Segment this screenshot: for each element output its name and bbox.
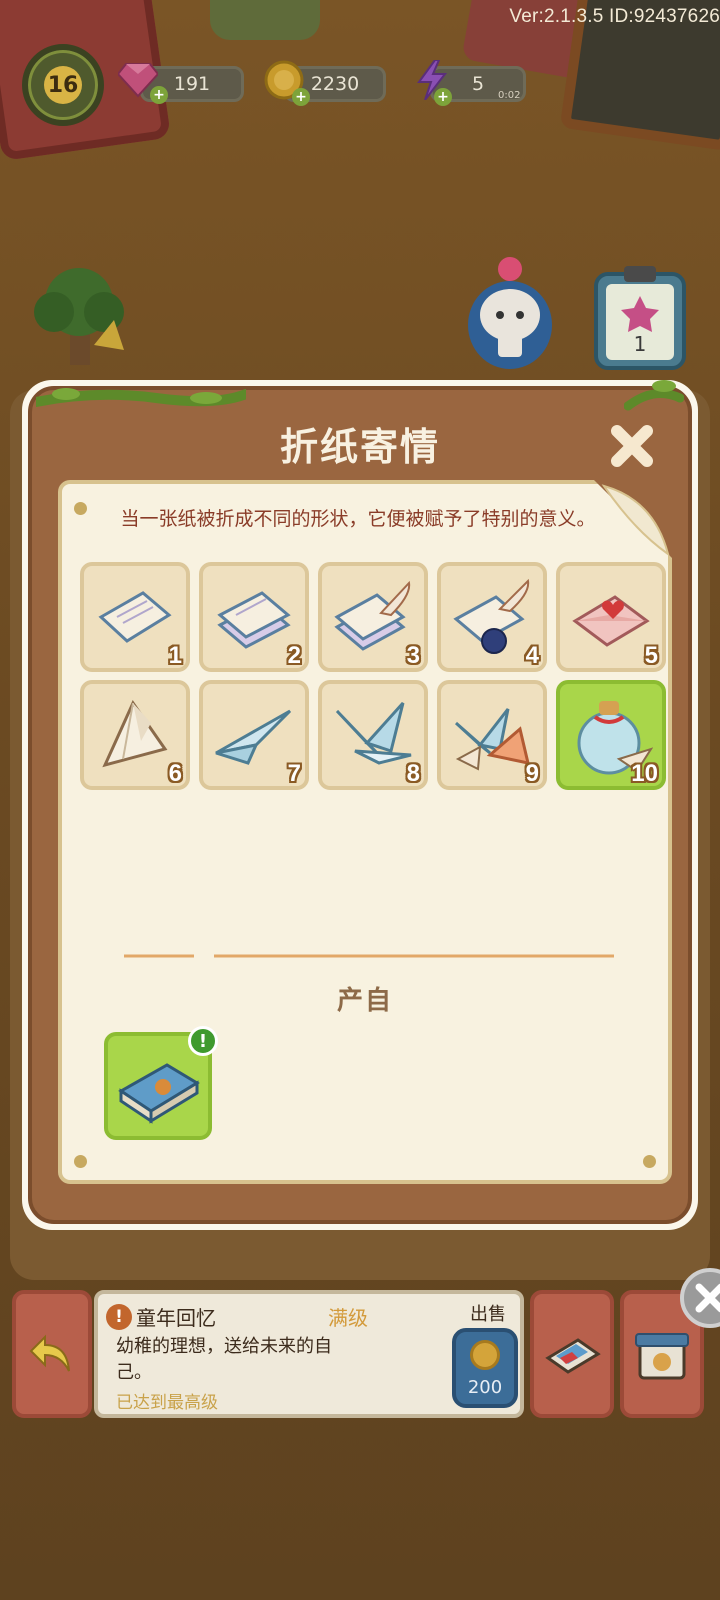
back-arrow-icon xyxy=(29,1334,70,1372)
item-level-number: 4 xyxy=(525,642,539,669)
storybook-icon xyxy=(118,1063,200,1124)
chain-item-9[interactable]: 9 xyxy=(437,680,547,790)
chain-item-10[interactable]: 10 xyxy=(556,680,666,790)
album-icon xyxy=(545,1338,601,1374)
pin-decoration xyxy=(74,1155,87,1168)
modal-frame: 折纸寄情 当一张纸被折成不同的形状，它便被赋予了特别的意义。 1 2 3 4 5… xyxy=(28,380,692,1224)
tree-icon[interactable] xyxy=(24,260,134,370)
version-label: Ver:2.1.3.5 ID:92437626 xyxy=(509,6,720,27)
item-info-bar: ! 童年回忆 满级 幼稚的理想，送给未来的自己。 已达到最高级 出售 200 xyxy=(10,1290,710,1430)
sell-price: 200 xyxy=(467,1377,503,1398)
item-level-number: 8 xyxy=(406,760,420,787)
chain-item-3[interactable]: 3 xyxy=(318,562,428,672)
paper-crane-icon xyxy=(335,701,412,765)
add-energy-button[interactable]: + xyxy=(434,88,452,106)
paper-stack-icon xyxy=(217,591,291,649)
pin-decoration xyxy=(74,502,87,515)
chain-item-8[interactable]: 8 xyxy=(318,680,428,790)
item-level-status: 满级 xyxy=(328,1306,368,1330)
background-puzzle-piece xyxy=(210,0,320,40)
item-name: 童年回忆 xyxy=(136,1306,216,1330)
item-chain-modal: 折纸寄情 当一张纸被折成不同的形状，它便被赋予了特别的意义。 1 2 3 4 5… xyxy=(22,380,698,1230)
gem-count: 191 xyxy=(173,73,211,95)
item-chain-description: 当一张纸被折成不同的形状，它便被赋予了特别的意义。 xyxy=(120,508,596,530)
source-item-storybook[interactable]: ! xyxy=(104,1026,218,1140)
item-chain-grid: 1 2 3 4 5 6 7 8 9 10 xyxy=(80,562,666,790)
item-info-card: ! 童年回忆 满级 幼稚的理想，送给未来的自己。 已达到最高级 出售 200 xyxy=(94,1290,524,1418)
paper-plane-icon xyxy=(215,709,292,765)
item-level-number: 3 xyxy=(406,642,420,669)
pin-decoration xyxy=(643,1155,656,1168)
chain-item-4[interactable]: 4 xyxy=(437,562,547,672)
item-level-number: 10 xyxy=(631,760,658,787)
paper-panel: 当一张纸被折成不同的形状，它便被赋予了特别的意义。 1 2 3 4 5 6 7 … xyxy=(58,480,674,1184)
item-description: 幼稚的理想，送给未来的自己。 xyxy=(116,1336,332,1383)
clipboard-count: 1 xyxy=(633,332,647,356)
item-level-number: 7 xyxy=(287,760,301,787)
sell-label: 出售 xyxy=(470,1304,506,1325)
item-max-status: 已达到最高级 xyxy=(116,1393,218,1413)
item-level-number: 1 xyxy=(168,642,182,669)
back-button[interactable] xyxy=(12,1290,92,1418)
paper-quill-icon xyxy=(334,580,411,651)
vine-decoration-right xyxy=(624,380,684,411)
collection-book-button[interactable] xyxy=(530,1290,614,1418)
energy-timer: 0:02 xyxy=(498,90,521,101)
player-level-value: 16 xyxy=(44,66,82,104)
source-label: 产自 xyxy=(336,986,393,1016)
crane-group-icon xyxy=(454,708,531,771)
info-icon[interactable]: ! xyxy=(106,1304,132,1330)
letter-ink-icon xyxy=(453,578,530,654)
gold-coin-icon xyxy=(470,1340,500,1370)
heart-envelope-icon xyxy=(572,595,650,647)
add-coins-button[interactable]: + xyxy=(292,88,310,106)
item-level-number: 2 xyxy=(287,642,301,669)
lucky-cat-icon[interactable] xyxy=(460,255,560,370)
section-divider xyxy=(124,954,614,958)
chain-item-7[interactable]: 7 xyxy=(199,680,309,790)
chain-item-2[interactable]: 2 xyxy=(199,562,309,672)
item-level-number: 5 xyxy=(644,642,658,669)
modal-title: 折纸寄情 xyxy=(279,425,440,469)
alert-badge: ! xyxy=(188,1026,218,1056)
player-level-badge[interactable]: 16 xyxy=(22,44,104,126)
close-icon xyxy=(611,425,653,467)
clipboard-icon[interactable]: 1 xyxy=(590,262,690,370)
shop-icon xyxy=(635,1333,689,1380)
close-button[interactable] xyxy=(606,420,658,472)
item-level-number: 9 xyxy=(525,760,539,787)
close-icon xyxy=(695,1283,720,1313)
chain-item-5[interactable]: 5 xyxy=(556,562,666,672)
paper-fold-icon xyxy=(102,699,168,768)
sell-button[interactable]: 200 xyxy=(452,1328,518,1408)
vine-decoration xyxy=(36,388,246,407)
paper-sheet-icon xyxy=(98,591,172,643)
add-gems-button[interactable]: + xyxy=(150,86,168,104)
chain-item-1[interactable]: 1 xyxy=(80,562,190,672)
item-level-number: 6 xyxy=(168,760,182,787)
energy-count: 5 xyxy=(471,73,485,95)
chain-item-6[interactable]: 6 xyxy=(80,680,190,790)
coin-count: 2230 xyxy=(310,73,360,95)
